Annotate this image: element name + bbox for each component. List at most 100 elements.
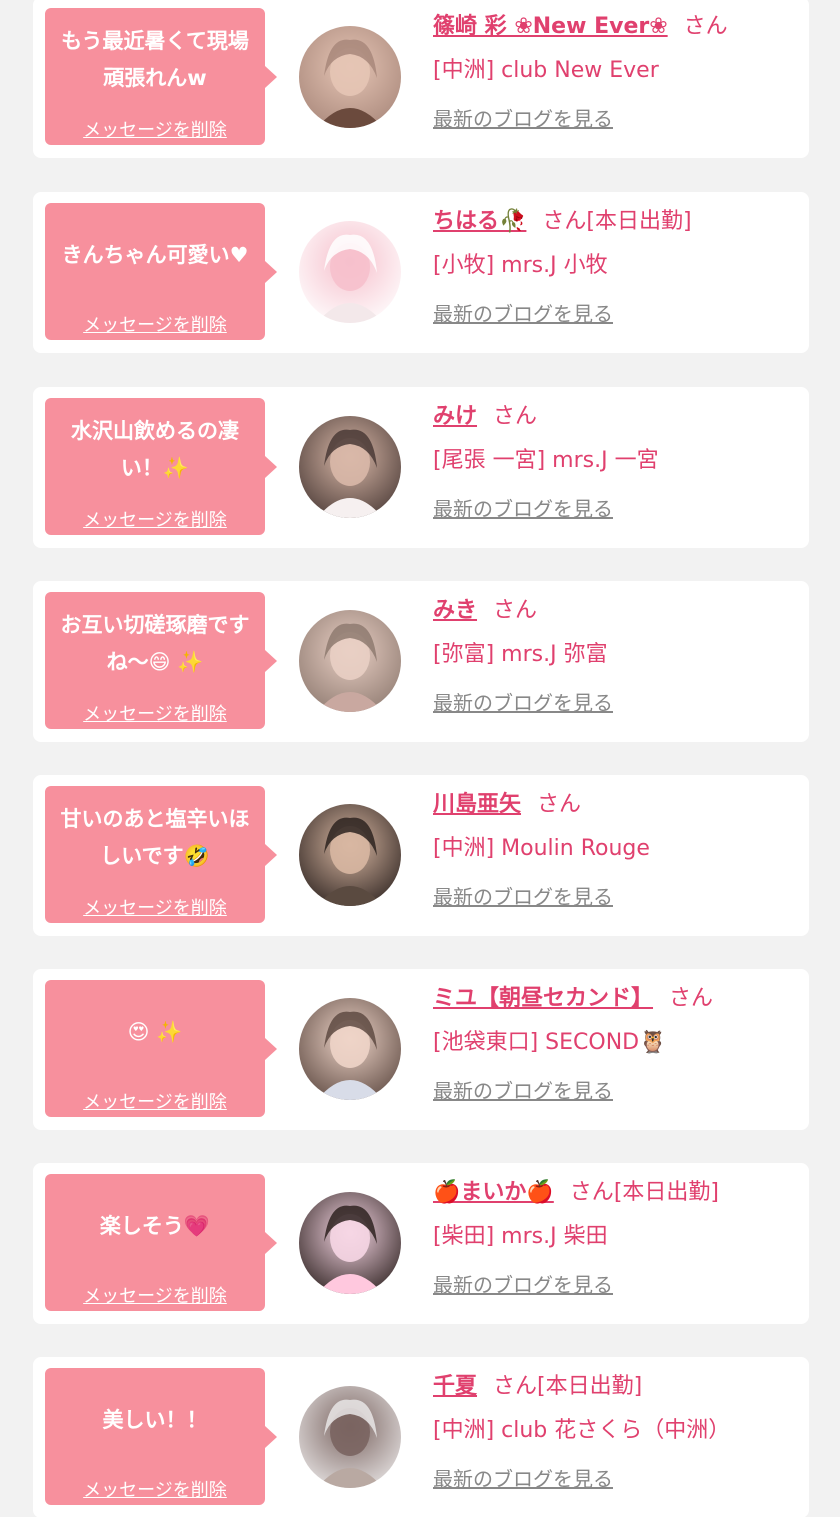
message-text-wrap: きんちゃん可愛い♥ <box>55 213 255 297</box>
message-text: 美しい！！ <box>102 1407 208 1432</box>
message-emoji: 😍 ✨ <box>127 1019 183 1044</box>
cast-name-line: 千夏 さん[本日出勤] <box>433 1367 803 1407</box>
cast-name-line: 篠崎 彩 ❀New Ever❀ さん <box>433 7 803 47</box>
message-card: 甘いのあと塩辛いほしいです🤣 メッセージを削除 川島亜矢 さん [中洲] Mou… <box>33 775 809 936</box>
attendance-status: [本日出勤] <box>586 209 692 234</box>
cast-info: みけ さん [尾張 一宮] mrs.J 一宮 最新のブログを見る <box>433 397 803 522</box>
cast-name-line: 🍎まいか🍎 さん[本日出勤] <box>433 1173 803 1213</box>
avatar-photo-woman[interactable] <box>299 1192 401 1294</box>
shop-name: [中洲] club New Ever <box>433 58 659 83</box>
cast-name-link[interactable]: 川島亜矢 <box>433 792 521 817</box>
message-list: もう最近暑くて現場頑張れんw メッセージを削除 篠崎 彩 ❀New Ever❀ … <box>0 0 840 1517</box>
message-text: もう最近暑くて現場頑張れんw <box>61 29 249 90</box>
delete-message-link[interactable]: メッセージを削除 <box>55 1476 255 1502</box>
message-text-wrap: もう最近暑くて現場頑張れんw <box>55 18 255 102</box>
message-bubble: 美しい！！ メッセージを削除 <box>45 1368 277 1505</box>
honorific: さん <box>537 792 582 817</box>
view-blog-link[interactable]: 最新のブログを見る <box>433 1463 613 1492</box>
cast-name-link[interactable]: 篠崎 彩 ❀New Ever❀ <box>433 14 668 39</box>
view-blog-link[interactable]: 最新のブログを見る <box>433 103 613 132</box>
message-card: 😍 ✨ メッセージを削除 ミユ【朝昼セカンド】 さん [池袋東口] SECOND… <box>33 969 809 1130</box>
cast-name-link[interactable]: ちはる🥀 <box>433 209 526 234</box>
cast-name-link[interactable]: みけ <box>433 404 477 429</box>
message-card: きんちゃん可愛い♥ メッセージを削除 ちはる🥀 さん[本日出勤] [小牧] mr… <box>33 192 809 353</box>
message-text-wrap: 美しい！！ <box>55 1378 255 1462</box>
message-bubble: 水沢山飲めるの凄い！✨ メッセージを削除 <box>45 398 277 535</box>
cast-info: 川島亜矢 さん [中洲] Moulin Rouge 最新のブログを見る <box>433 785 803 910</box>
avatar-photo-woman[interactable] <box>299 416 401 518</box>
view-blog-link[interactable]: 最新のブログを見る <box>433 1075 613 1104</box>
message-bubble: きんちゃん可愛い♥ メッセージを削除 <box>45 203 277 340</box>
message-text-wrap: お互い切磋琢磨ですね〜😄 ✨ <box>55 602 255 686</box>
honorific: さん <box>569 1180 614 1205</box>
shop-name: [小牧] mrs.J 小牧 <box>433 253 608 278</box>
honorific: さん <box>493 404 538 429</box>
cast-info: ちはる🥀 さん[本日出勤] [小牧] mrs.J 小牧 最新のブログを見る <box>433 202 803 327</box>
cast-name-line: 川島亜矢 さん <box>433 785 803 825</box>
cast-name-line: みき さん <box>433 591 803 631</box>
cast-info: 篠崎 彩 ❀New Ever❀ さん [中洲] club New Ever 最新の… <box>433 7 803 132</box>
message-card: もう最近暑くて現場頑張れんw メッセージを削除 篠崎 彩 ❀New Ever❀ … <box>33 0 809 158</box>
message-emoji: 💗 <box>183 1213 211 1238</box>
cast-info: 🍎まいか🍎 さん[本日出勤] [柴田] mrs.J 柴田 最新のブログを見る <box>433 1173 803 1298</box>
cast-name-line: ミユ【朝昼セカンド】 さん <box>433 979 803 1019</box>
delete-message-link[interactable]: メッセージを削除 <box>55 116 255 142</box>
message-card: 楽しそう💗 メッセージを削除 🍎まいか🍎 さん[本日出勤] [柴田] mrs.J… <box>33 1163 809 1324</box>
cast-name-link[interactable]: ミユ【朝昼セカンド】 <box>433 986 653 1011</box>
honorific: さん <box>493 1374 538 1399</box>
shop-name: [池袋東口] SECOND🦉 <box>433 1030 667 1055</box>
message-text-wrap: 楽しそう💗 <box>55 1184 255 1268</box>
avatar-photo-woman[interactable] <box>299 610 401 712</box>
avatar-photo-woman[interactable] <box>299 998 401 1100</box>
honorific: さん <box>542 209 587 234</box>
avatar-photo-woman[interactable] <box>299 804 401 906</box>
shop-name: [柴田] mrs.J 柴田 <box>433 1224 608 1249</box>
cast-name-line: ちはる🥀 さん[本日出勤] <box>433 202 803 242</box>
message-card: 水沢山飲めるの凄い！✨ メッセージを削除 みけ さん [尾張 一宮] mrs.J… <box>33 387 809 548</box>
message-emoji: 🤣 <box>183 844 210 868</box>
honorific: さん <box>683 14 728 39</box>
message-text: 楽しそう <box>99 1213 184 1238</box>
message-bubble: 楽しそう💗 メッセージを削除 <box>45 1174 277 1311</box>
message-bubble: 甘いのあと塩辛いほしいです🤣 メッセージを削除 <box>45 786 277 923</box>
message-text: きんちゃん可愛い <box>61 242 230 267</box>
shop-name: [尾張 一宮] mrs.J 一宮 <box>433 448 659 473</box>
message-text-wrap: 😍 ✨ <box>55 990 255 1074</box>
delete-message-link[interactable]: メッセージを削除 <box>55 1088 255 1114</box>
message-card: 美しい！！ メッセージを削除 千夏 さん[本日出勤] [中洲] club 花さく… <box>33 1357 809 1517</box>
attendance-status: [本日出勤] <box>613 1180 719 1205</box>
message-bubble: 😍 ✨ メッセージを削除 <box>45 980 277 1117</box>
view-blog-link[interactable]: 最新のブログを見る <box>433 1269 613 1298</box>
view-blog-link[interactable]: 最新のブログを見る <box>433 687 613 716</box>
honorific: さん <box>669 986 714 1011</box>
cast-name-link[interactable]: 🍎まいか🍎 <box>433 1180 554 1205</box>
view-blog-link[interactable]: 最新のブログを見る <box>433 493 613 522</box>
shop-name: [中洲] Moulin Rouge <box>433 836 650 861</box>
message-emoji: ♥ <box>229 242 249 267</box>
cast-name-link[interactable]: 千夏 <box>433 1374 477 1399</box>
message-text-wrap: 水沢山飲めるの凄い！✨ <box>55 408 255 492</box>
message-text: 水沢山飲めるの凄い！ <box>71 419 239 480</box>
avatar-photo-woman[interactable] <box>299 26 401 128</box>
message-bubble: お互い切磋琢磨ですね〜😄 ✨ メッセージを削除 <box>45 592 277 729</box>
shop-name: [弥富] mrs.J 弥富 <box>433 642 608 667</box>
avatar-my-melody-plush[interactable] <box>299 221 401 323</box>
message-bubble: もう最近暑くて現場頑張れんw メッセージを削除 <box>45 8 277 145</box>
attendance-status: [本日出勤] <box>537 1374 643 1399</box>
message-emoji: ✨ <box>162 456 190 480</box>
delete-message-link[interactable]: メッセージを削除 <box>55 506 255 532</box>
cast-name-link[interactable]: みき <box>433 598 477 623</box>
delete-message-link[interactable]: メッセージを削除 <box>55 894 255 920</box>
delete-message-link[interactable]: メッセージを削除 <box>55 700 255 726</box>
message-emoji: 😄 ✨ <box>148 650 204 674</box>
message-card: お互い切磋琢磨ですね〜😄 ✨ メッセージを削除 みき さん [弥富] mrs.J… <box>33 581 809 742</box>
delete-message-link[interactable]: メッセージを削除 <box>55 1282 255 1308</box>
view-blog-link[interactable]: 最新のブログを見る <box>433 298 613 327</box>
delete-message-link[interactable]: メッセージを削除 <box>55 311 255 337</box>
cast-info: みき さん [弥富] mrs.J 弥富 最新のブログを見る <box>433 591 803 716</box>
cast-info: ミユ【朝昼セカンド】 さん [池袋東口] SECOND🦉 最新のブログを見る <box>433 979 803 1104</box>
avatar-photo-woman[interactable] <box>299 1386 401 1488</box>
cast-name-line: みけ さん <box>433 397 803 437</box>
message-text: 甘いのあと塩辛いほしいです <box>60 807 250 868</box>
view-blog-link[interactable]: 最新のブログを見る <box>433 881 613 910</box>
